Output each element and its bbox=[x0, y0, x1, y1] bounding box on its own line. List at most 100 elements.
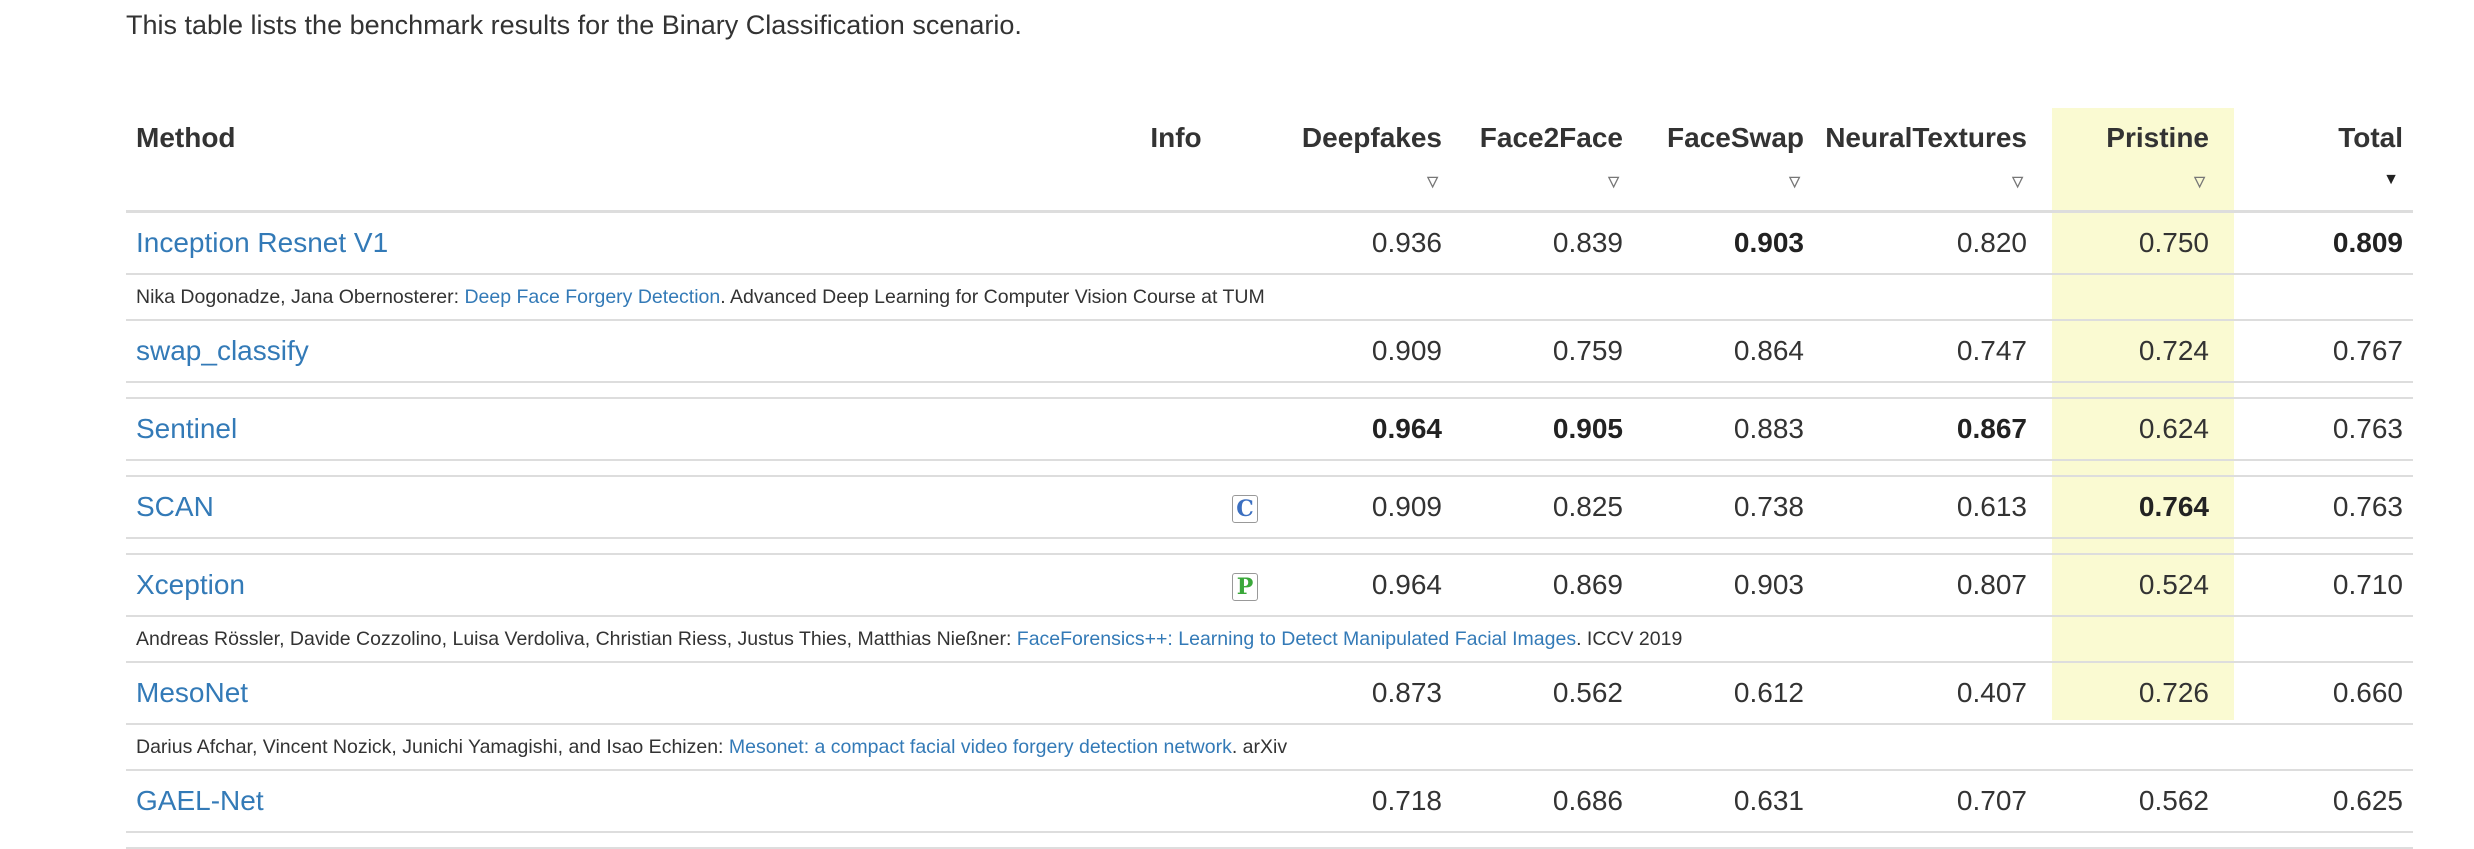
pristine-score-cell: 0.764 bbox=[2037, 476, 2219, 539]
table-header-row: Method Info Deepfakes ▽ Face2Face ▽ FaceSw… bbox=[126, 108, 2413, 213]
row-separator-cell bbox=[126, 538, 2413, 555]
paper-link[interactable]: Deep Face Forgery Detection bbox=[464, 286, 720, 308]
info-cell bbox=[1076, 320, 1276, 383]
row-separator bbox=[126, 460, 2413, 477]
reference-row: Darius Afchar, Vincent Nozick, Junichi Y… bbox=[126, 724, 2413, 771]
header-pristine[interactable]: Pristine ▽ bbox=[2037, 108, 2219, 213]
reference-authors: Nika Dogonadze, Jana Obernosterer: bbox=[136, 285, 465, 308]
header-faceswap[interactable]: FaceSwap ▽ bbox=[1633, 108, 1814, 213]
total-score-cell: 0.767 bbox=[2219, 320, 2413, 383]
neuraltextures-score-cell: 0.707 bbox=[1814, 770, 2037, 833]
row-separator-cell bbox=[126, 460, 2413, 477]
table-row: MesoNet 0.873 0.562 0.612 0.407 0.726 0.660 bbox=[126, 662, 2413, 725]
neuraltextures-score-cell: 0.820 bbox=[1814, 211, 2037, 275]
pristine-score-cell: 0.624 bbox=[2037, 398, 2219, 461]
deepfakes-score-cell: 0.718 bbox=[1276, 770, 1452, 833]
info-cell bbox=[1076, 662, 1276, 725]
paper-link[interactable]: FaceForensics++: Learning to Detect Mani… bbox=[1017, 628, 1576, 650]
table-row: Inception Resnet V1 0.936 0.839 0.903 0.820 0… bbox=[126, 211, 2413, 275]
row-separator-cell bbox=[126, 382, 2413, 399]
table-row: swap_classify 0.909 0.759 0.864 0.747 0.724 0.… bbox=[126, 320, 2413, 383]
face2face-score-cell: 0.839 bbox=[1452, 211, 1633, 275]
method-cell: swap_classify bbox=[126, 320, 1076, 383]
reference-authors: Darius Afchar, Vincent Nozick, Junichi Y… bbox=[136, 735, 729, 758]
face2face-score-cell: 0.759 bbox=[1452, 320, 1633, 383]
table-row: GAEL-Net 0.718 0.686 0.631 0.707 0.562 0.625 bbox=[126, 770, 2413, 833]
faceswap-score-cell: 0.864 bbox=[1633, 320, 1814, 383]
neuraltextures-score-cell: 0.407 bbox=[1814, 662, 2037, 725]
row-separator bbox=[126, 832, 2413, 849]
reference-cell: Andreas Rössler, Davide Cozzolino, Luisa… bbox=[126, 616, 2413, 663]
total-score-cell: 0.710 bbox=[2219, 554, 2413, 617]
benchmark-table: Method Info Deepfakes ▽ Face2Face ▽ FaceSw… bbox=[126, 108, 2413, 849]
header-info: Info bbox=[1076, 108, 1276, 213]
neuraltextures-score-cell: 0.613 bbox=[1814, 476, 2037, 539]
pristine-score-cell: 0.724 bbox=[2037, 320, 2219, 383]
table-row: Xception P 0.964 0.869 0.903 0.807 0.524 0.710 bbox=[126, 554, 2413, 617]
method-cell: GAEL-Net bbox=[126, 770, 1076, 833]
reference-row: Andreas Rössler, Davide Cozzolino, Luisa… bbox=[126, 616, 2413, 663]
neuraltextures-score-cell: 0.747 bbox=[1814, 320, 2037, 383]
info-cell: C bbox=[1076, 476, 1276, 539]
pristine-score-cell: 0.524 bbox=[2037, 554, 2219, 617]
total-score-cell: 0.625 bbox=[2219, 770, 2413, 833]
faceswap-score-cell: 0.883 bbox=[1633, 398, 1814, 461]
sort-triangle-icon[interactable]: ▽ bbox=[2012, 174, 2023, 188]
header-method: Method bbox=[126, 108, 1076, 213]
method-link[interactable]: MesoNet bbox=[136, 677, 248, 708]
method-link[interactable]: GAEL-Net bbox=[136, 785, 264, 816]
sort-triangle-icon[interactable]: ▽ bbox=[1789, 174, 1800, 188]
neuraltextures-score-cell: 0.807 bbox=[1814, 554, 2037, 617]
method-cell: Sentinel bbox=[126, 398, 1076, 461]
deepfakes-score-cell: 0.873 bbox=[1276, 662, 1452, 725]
info-cell: P bbox=[1076, 554, 1276, 617]
pristine-score-cell: 0.750 bbox=[2037, 211, 2219, 275]
reference-cell: Nika Dogonadze, Jana Obernosterer: Deep … bbox=[126, 274, 2413, 321]
intro-text: This table lists the benchmark results f… bbox=[126, 10, 1022, 40]
paper-available-icon[interactable]: P bbox=[1232, 572, 1258, 601]
method-cell: Xception bbox=[126, 554, 1076, 617]
faceswap-score-cell: 0.903 bbox=[1633, 211, 1814, 275]
face2face-score-cell: 0.905 bbox=[1452, 398, 1633, 461]
method-link[interactable]: Inception Resnet V1 bbox=[136, 227, 388, 258]
face2face-score-cell: 0.825 bbox=[1452, 476, 1633, 539]
deepfakes-score-cell: 0.909 bbox=[1276, 320, 1452, 383]
faceswap-score-cell: 0.903 bbox=[1633, 554, 1814, 617]
pristine-score-cell: 0.726 bbox=[2037, 662, 2219, 725]
method-link[interactable]: SCAN bbox=[136, 491, 214, 522]
method-link[interactable]: Xception bbox=[136, 569, 245, 600]
neuraltextures-score-cell: 0.867 bbox=[1814, 398, 2037, 461]
sort-active-icon[interactable]: ▼ bbox=[2383, 172, 2399, 188]
deepfakes-score-cell: 0.964 bbox=[1276, 554, 1452, 617]
deepfakes-score-cell: 0.936 bbox=[1276, 211, 1452, 275]
method-link[interactable]: Sentinel bbox=[136, 413, 237, 444]
face2face-score-cell: 0.686 bbox=[1452, 770, 1633, 833]
method-cell: Inception Resnet V1 bbox=[126, 211, 1076, 275]
face2face-score-cell: 0.562 bbox=[1452, 662, 1633, 725]
header-total[interactable]: Total ▼ bbox=[2219, 108, 2413, 213]
deepfakes-score-cell: 0.909 bbox=[1276, 476, 1452, 539]
reference-venue: . Advanced Deep Learning for Computer Vi… bbox=[720, 285, 1265, 308]
sort-triangle-icon[interactable]: ▽ bbox=[1427, 174, 1438, 188]
method-cell: MesoNet bbox=[126, 662, 1076, 725]
face2face-score-cell: 0.869 bbox=[1452, 554, 1633, 617]
sort-triangle-icon[interactable]: ▽ bbox=[1608, 174, 1619, 188]
faceswap-score-cell: 0.631 bbox=[1633, 770, 1814, 833]
total-score-cell: 0.763 bbox=[2219, 476, 2413, 539]
method-link[interactable]: swap_classify bbox=[136, 335, 309, 366]
code-available-icon[interactable]: C bbox=[1232, 494, 1258, 523]
header-face2face[interactable]: Face2Face ▽ bbox=[1452, 108, 1633, 213]
method-cell: SCAN bbox=[126, 476, 1076, 539]
info-cell bbox=[1076, 211, 1276, 275]
total-score-cell: 0.660 bbox=[2219, 662, 2413, 725]
faceswap-score-cell: 0.612 bbox=[1633, 662, 1814, 725]
table-row: SCAN C 0.909 0.825 0.738 0.613 0.764 0.763 bbox=[126, 476, 2413, 539]
pristine-score-cell: 0.562 bbox=[2037, 770, 2219, 833]
header-neuraltextures[interactable]: NeuralTextures ▽ bbox=[1814, 108, 2037, 213]
header-deepfakes[interactable]: Deepfakes ▽ bbox=[1276, 108, 1452, 213]
sort-triangle-icon[interactable]: ▽ bbox=[2194, 174, 2205, 188]
info-cell bbox=[1076, 770, 1276, 833]
faceswap-score-cell: 0.738 bbox=[1633, 476, 1814, 539]
reference-row: Nika Dogonadze, Jana Obernosterer: Deep … bbox=[126, 274, 2413, 321]
paper-link[interactable]: Mesonet: a compact facial video forgery … bbox=[729, 736, 1232, 758]
